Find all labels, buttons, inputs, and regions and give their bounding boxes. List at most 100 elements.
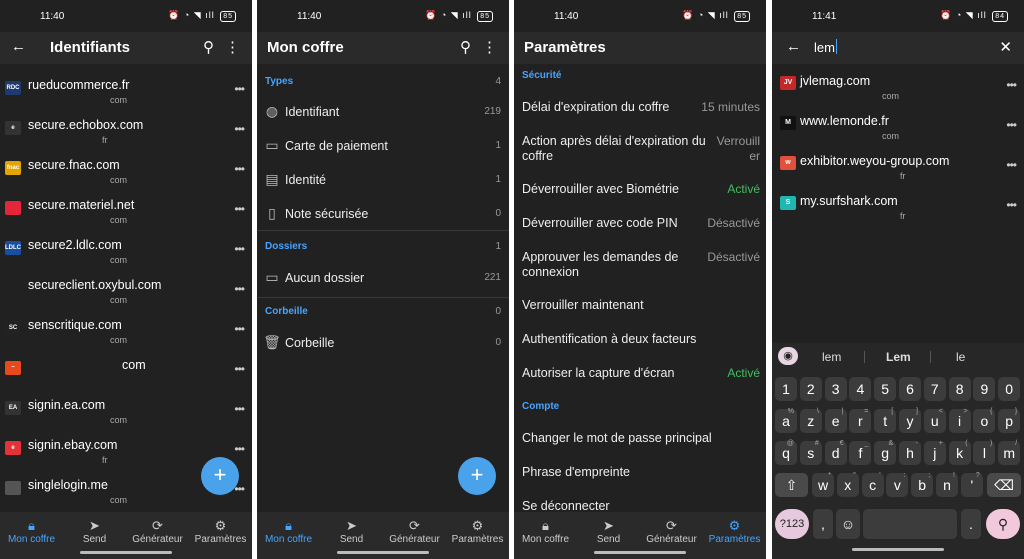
emoji-key[interactable]: ☺	[836, 509, 860, 539]
back-arrow-icon[interactable]: ←	[11, 38, 26, 55]
setting-row[interactable]: Verrouiller maintenant	[522, 298, 760, 313]
setting-row[interactable]: Délai d'expiration du coffre 15 minutes	[522, 100, 760, 115]
nav-settings[interactable]: ⚙ Paramètres	[189, 512, 252, 559]
key-o[interactable]: o{	[973, 408, 996, 433]
key-g[interactable]: g &	[874, 440, 897, 465]
key-9[interactable]: 9	[973, 377, 996, 401]
more-options-icon[interactable]: •••	[1006, 78, 1017, 92]
incognito-icon[interactable]: ◉	[778, 347, 798, 365]
key-b[interactable]: b;	[911, 472, 934, 497]
more-options-icon[interactable]: •••	[234, 442, 245, 456]
nav-vault[interactable]: 🔒︎ Mon coffre	[0, 512, 63, 559]
login-row[interactable]: secure.materiel.net com •••	[0, 194, 252, 234]
account-row[interactable]: Se déconnecter	[522, 499, 760, 512]
key-x[interactable]: x "	[836, 472, 859, 497]
key-h[interactable]: h-	[899, 440, 921, 465]
login-row[interactable]: RDC rueducommerce.fr com •••	[0, 74, 252, 114]
result-row[interactable]: Smy.surfshark.com fr •••	[772, 190, 1024, 230]
key-i[interactable]: i >	[948, 408, 971, 433]
more-options-icon[interactable]: •••	[1006, 198, 1017, 212]
account-row[interactable]: Phrase d'empreinte	[522, 465, 760, 480]
key-u[interactable]: u <	[923, 408, 946, 433]
login-row[interactable]: fnac secure.fnac.com com •••	[0, 154, 252, 194]
key-d[interactable]: d €	[824, 440, 847, 465]
key-5[interactable]: 5	[874, 377, 897, 401]
search-key[interactable]: ⚲	[986, 509, 1020, 539]
more-options-icon[interactable]: •••	[234, 162, 245, 176]
nav-vault[interactable]: 🔒︎ Mon coffre	[514, 512, 577, 559]
type-row-0[interactable]: ◍ Identifiant 219	[257, 98, 509, 128]
backspace-key[interactable]: ⌫	[987, 473, 1021, 497]
key-0[interactable]: 0	[998, 377, 1021, 401]
key-m[interactable]: m /	[998, 440, 1021, 465]
setting-row[interactable]: Déverrouiller avec Biométrie Activé	[522, 182, 760, 197]
type-row-3[interactable]: ▯ Note sécurisée 0	[257, 200, 509, 230]
key-1[interactable]: 1	[775, 377, 797, 401]
suggestion-1[interactable]: lem	[822, 350, 841, 364]
key-w[interactable]: w *	[812, 472, 834, 497]
login-row[interactable]: secureclient.oxybul.com com •••	[0, 274, 252, 314]
more-options-icon[interactable]: •••	[234, 402, 245, 416]
key-z[interactable]: z \	[799, 408, 822, 433]
more-options-icon[interactable]: •••	[234, 202, 245, 216]
result-row[interactable]: w exhibitor.weyou-group.com fr •••	[772, 150, 1024, 190]
key-r[interactable]: r =	[849, 408, 872, 433]
more-options-icon[interactable]: •••	[234, 282, 245, 296]
setting-row[interactable]: Déverrouiller avec code PIN Désactivé	[522, 216, 760, 231]
result-row[interactable]: JV jvlemag.com com •••	[772, 70, 1024, 110]
nav-vault[interactable]: 🔒︎ Mon coffre	[257, 512, 320, 559]
key-f[interactable]: f _	[849, 440, 872, 465]
key-7[interactable]: 7	[923, 377, 946, 401]
key-y[interactable]: y]	[899, 408, 921, 433]
setting-row[interactable]: Authentification à deux facteurs	[522, 332, 760, 347]
search-icon[interactable]: ⚲	[203, 38, 214, 56]
more-options-icon[interactable]: •••	[1006, 118, 1017, 132]
more-options-icon[interactable]: •••	[234, 322, 245, 336]
more-options-icon[interactable]: •••	[234, 82, 245, 96]
close-icon[interactable]: ✕	[999, 38, 1012, 56]
search-input[interactable]: lem	[814, 40, 835, 55]
folder-row-none[interactable]: ▭ Aucun dossier 221	[257, 264, 509, 294]
key-4[interactable]: 4	[849, 377, 872, 401]
key-l[interactable]: l)	[973, 440, 996, 465]
back-arrow-icon[interactable]: ←	[786, 38, 801, 55]
key-e[interactable]: e |	[824, 408, 847, 433]
more-options-icon[interactable]: •••	[234, 362, 245, 376]
type-row-1[interactable]: ▭ Carte de paiement 1	[257, 132, 509, 162]
login-row[interactable]: e secure.echobox.com fr •••	[0, 114, 252, 154]
setting-row[interactable]: Approuver les demandes de connexion Désac…	[522, 250, 760, 280]
key-v[interactable]: v:	[886, 472, 909, 497]
key-6[interactable]: 6	[899, 377, 921, 401]
result-row[interactable]: Mwww.lemonde.fr com •••	[772, 110, 1024, 150]
login-row[interactable]: SC senscritique.com com •••	[0, 314, 252, 354]
login-row[interactable]: LDLC secure2.ldlc.com com •••	[0, 234, 252, 274]
comma-key[interactable]: ,	[813, 509, 833, 539]
key-s[interactable]: s #	[799, 440, 822, 465]
more-vert-icon[interactable]: ⋮	[482, 38, 497, 56]
space-key[interactable]	[863, 509, 957, 539]
more-options-icon[interactable]: •••	[234, 242, 245, 256]
key-t[interactable]: t[	[874, 408, 897, 433]
key-2[interactable]: 2	[799, 377, 822, 401]
type-row-2[interactable]: ▤ Identité 1	[257, 166, 509, 196]
key-'[interactable]: '?	[960, 472, 983, 497]
key-8[interactable]: 8	[948, 377, 971, 401]
more-options-icon[interactable]: •••	[1006, 158, 1017, 172]
setting-row[interactable]: Action après délai d'expiration du coffr…	[522, 134, 760, 164]
search-icon[interactable]: ⚲	[460, 38, 471, 56]
key-a[interactable]: a%	[775, 408, 797, 433]
suggestion-2[interactable]: Lem	[886, 350, 911, 364]
login-row[interactable]: EA signin.ea.com com •••	[0, 394, 252, 434]
account-row[interactable]: Changer le mot de passe principal	[522, 431, 760, 446]
setting-row[interactable]: Autoriser la capture d'écran Activé	[522, 366, 760, 381]
symbols-key[interactable]: ?123	[775, 509, 809, 539]
add-item-button[interactable]: +	[458, 457, 496, 495]
more-options-icon[interactable]: •••	[234, 122, 245, 136]
key-j[interactable]: j +	[923, 440, 946, 465]
nav-settings[interactable]: ⚙ Paramètres	[703, 512, 766, 559]
key-3[interactable]: 3	[824, 377, 847, 401]
key-k[interactable]: k(	[948, 440, 971, 465]
shift-key[interactable]: ⇧	[775, 473, 808, 497]
login-row[interactable]: ~ com •••	[0, 354, 252, 394]
key-p[interactable]: p}	[998, 408, 1021, 433]
